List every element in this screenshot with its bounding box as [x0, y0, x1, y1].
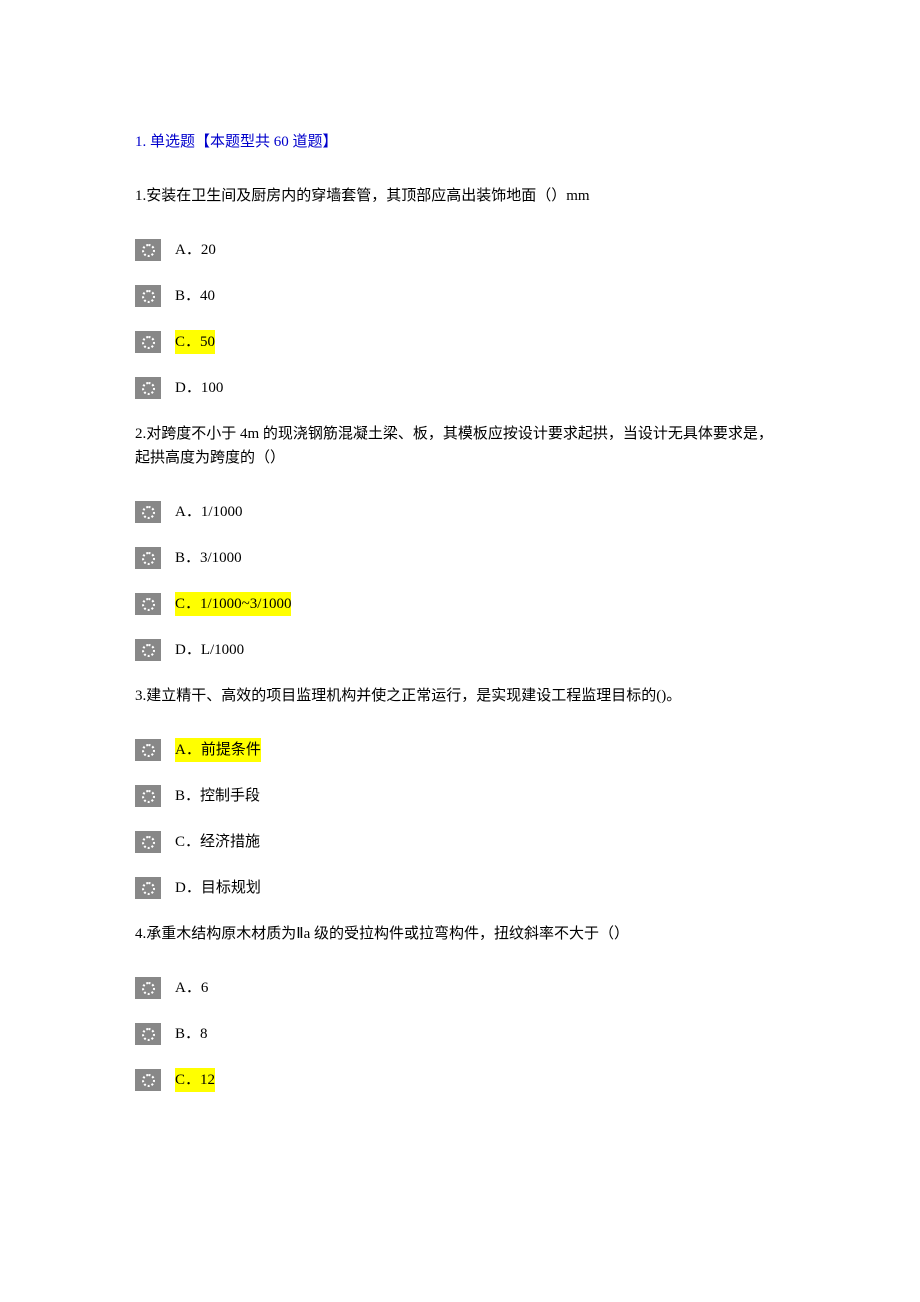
option-row[interactable]: C．1/1000~3/1000 — [135, 592, 785, 616]
radio-icon[interactable] — [135, 547, 161, 569]
option-label: A．前提条件 — [175, 738, 261, 762]
option-label: A．6 — [175, 976, 208, 1000]
option-label: B．3/1000 — [175, 546, 242, 570]
radio-icon[interactable] — [135, 285, 161, 307]
option-label: C．50 — [175, 330, 215, 354]
radio-icon[interactable] — [135, 593, 161, 615]
option-row[interactable]: C．经济措施 — [135, 830, 785, 854]
question-text: 2.对跨度不小于 4m 的现浇钢筋混凝土梁、板，其模板应按设计要求起拱，当设计无… — [135, 422, 785, 470]
option-row[interactable]: D．L/1000 — [135, 638, 785, 662]
option-label: A．1/1000 — [175, 500, 243, 524]
radio-icon[interactable] — [135, 785, 161, 807]
radio-icon[interactable] — [135, 831, 161, 853]
option-label: B．控制手段 — [175, 784, 260, 808]
questions-container: 1.安装在卫生间及厨房内的穿墙套管，其顶部应高出装饰地面（）mm A．20 B．40… — [135, 184, 785, 1092]
radio-icon[interactable] — [135, 739, 161, 761]
option-label: A．20 — [175, 238, 216, 262]
option-row[interactable]: A．1/1000 — [135, 500, 785, 524]
option-row[interactable]: C．50 — [135, 330, 785, 354]
radio-icon[interactable] — [135, 239, 161, 261]
option-row[interactable]: B．40 — [135, 284, 785, 308]
option-row[interactable]: C．12 — [135, 1068, 785, 1092]
option-row[interactable]: A．6 — [135, 976, 785, 1000]
option-label: D．目标规划 — [175, 876, 261, 900]
question-text: 3.建立精干、高效的项目监理机构并使之正常运行，是实现建设工程监理目标的()。 — [135, 684, 785, 708]
radio-icon[interactable] — [135, 377, 161, 399]
option-row[interactable]: D．100 — [135, 376, 785, 400]
option-row[interactable]: B．控制手段 — [135, 784, 785, 808]
option-row[interactable]: A．20 — [135, 238, 785, 262]
option-label: D．100 — [175, 376, 223, 400]
section-title: 1. 单选题【本题型共 60 道题】 — [135, 130, 785, 154]
question-text: 1.安装在卫生间及厨房内的穿墙套管，其顶部应高出装饰地面（）mm — [135, 184, 785, 208]
radio-icon[interactable] — [135, 1023, 161, 1045]
options-group: A．前提条件 B．控制手段 C．经济措施 D．目标规划 — [135, 738, 785, 900]
option-row[interactable]: B．3/1000 — [135, 546, 785, 570]
option-label: B．40 — [175, 284, 215, 308]
option-row[interactable]: A．前提条件 — [135, 738, 785, 762]
option-label: C．1/1000~3/1000 — [175, 592, 291, 616]
radio-icon[interactable] — [135, 331, 161, 353]
option-label: C．12 — [175, 1068, 215, 1092]
options-group: A．1/1000 B．3/1000 C．1/1000~3/1000 D．L/1000 — [135, 500, 785, 662]
radio-icon[interactable] — [135, 1069, 161, 1091]
question-text: 4.承重木结构原木材质为Ⅱa 级的受拉构件或拉弯构件，扭纹斜率不大于（） — [135, 922, 785, 946]
radio-icon[interactable] — [135, 977, 161, 999]
option-label: B．8 — [175, 1022, 208, 1046]
option-label: D．L/1000 — [175, 638, 244, 662]
radio-icon[interactable] — [135, 501, 161, 523]
options-group: A．6 B．8 C．12 — [135, 976, 785, 1092]
radio-icon[interactable] — [135, 877, 161, 899]
options-group: A．20 B．40 C．50 D．100 — [135, 238, 785, 400]
option-row[interactable]: B．8 — [135, 1022, 785, 1046]
option-label: C．经济措施 — [175, 830, 260, 854]
radio-icon[interactable] — [135, 639, 161, 661]
option-row[interactable]: D．目标规划 — [135, 876, 785, 900]
